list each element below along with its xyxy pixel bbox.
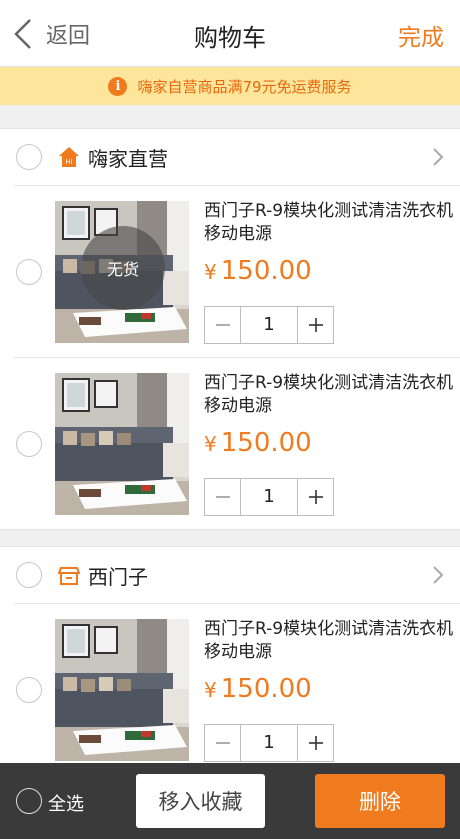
decrement-button[interactable] [205, 725, 241, 761]
product-photo [55, 373, 189, 515]
shop-header[interactable]: 西门子 [0, 547, 460, 603]
price-amount: 150.00 [220, 256, 312, 286]
item-select-radio[interactable] [16, 431, 42, 457]
minus-icon [215, 324, 230, 326]
move-to-favorites-button[interactable]: 移入收藏 [136, 774, 265, 828]
shop-select-radio[interactable] [16, 562, 42, 588]
minus-icon [215, 742, 230, 744]
price-amount: 150.00 [220, 674, 312, 704]
bottom-action-bar: 全选 移入收藏 删除 [0, 763, 460, 839]
shop-name: 西门子 [88, 564, 148, 589]
shop-name: 嗨家直营 [88, 146, 168, 171]
currency-symbol: ¥ [204, 432, 217, 456]
plus-icon [308, 736, 323, 750]
currency-symbol: ¥ [204, 678, 217, 702]
quantity-stepper: 1 [204, 306, 334, 344]
nav-bar: 返回 购物车 完成 [0, 0, 460, 67]
increment-button[interactable] [297, 725, 333, 761]
notice-text: 嗨家自营商品满79元免运费服务 [137, 77, 352, 96]
quantity-stepper: 1 [204, 724, 334, 762]
currency-symbol: ¥ [204, 260, 217, 284]
decrement-button[interactable] [205, 307, 241, 343]
quantity-stepper: 1 [204, 478, 334, 516]
shipping-notice: i 嗨家自营商品满79元免运费服务 [0, 67, 460, 105]
price-amount: 150.00 [220, 428, 312, 458]
product-image[interactable]: 无货 [55, 201, 189, 343]
product-photo [55, 619, 189, 761]
done-button[interactable]: 完成 [398, 18, 444, 52]
product-title[interactable]: 西门子R-9模块化测试清洁洗衣机移动电源 [204, 618, 454, 664]
chevron-right-icon[interactable] [432, 565, 444, 585]
product-title[interactable]: 西门子R-9模块化测试清洁洗衣机移动电源 [204, 200, 454, 246]
shop-header[interactable]: Hi 嗨家直营 [0, 129, 460, 185]
shop-section: 西门子 西门子R-9模块化测试清洁洗衣机移动电源 ¥150.00 1 [0, 546, 460, 776]
cart-item: 无货 西门子R-9模块化测试清洁洗衣机移动电源 ¥150.00 1 [14, 185, 460, 357]
delete-button[interactable]: 删除 [315, 774, 445, 828]
product-image[interactable] [55, 619, 189, 761]
item-select-radio[interactable] [16, 677, 42, 703]
chevron-right-icon[interactable] [432, 147, 444, 167]
quantity-value[interactable]: 1 [241, 725, 297, 761]
item-select-radio[interactable] [16, 259, 42, 285]
out-of-stock-badge: 无货 [81, 226, 165, 310]
svg-text:Hi: Hi [65, 158, 72, 166]
cart-item: 西门子R-9模块化测试清洁洗衣机移动电源 ¥150.00 1 [14, 357, 460, 529]
decrement-button[interactable] [205, 479, 241, 515]
quantity-value[interactable]: 1 [241, 307, 297, 343]
product-title[interactable]: 西门子R-9模块化测试清洁洗衣机移动电源 [204, 372, 454, 418]
increment-button[interactable] [297, 307, 333, 343]
product-price: ¥150.00 [204, 428, 312, 458]
minus-icon [215, 496, 230, 498]
cart-item: 西门子R-9模块化测试清洁洗衣机移动电源 ¥150.00 1 [14, 603, 460, 775]
shop-select-radio[interactable] [16, 144, 42, 170]
increment-button[interactable] [297, 479, 333, 515]
select-all-radio[interactable] [16, 788, 42, 814]
product-price: ¥150.00 [204, 674, 312, 704]
quantity-value[interactable]: 1 [241, 479, 297, 515]
home-icon: Hi [59, 147, 79, 167]
plus-icon [308, 318, 323, 332]
product-price: ¥150.00 [204, 256, 312, 286]
page-title: 购物车 [194, 24, 266, 52]
product-image[interactable] [55, 373, 189, 515]
shop-section: Hi 嗨家直营 无货 西门子R-9模块化测试清洁洗衣机移动电源 ¥150.00 … [0, 128, 460, 530]
info-icon: i [108, 76, 128, 96]
select-all-label[interactable]: 全选 [48, 790, 84, 816]
store-icon [58, 567, 80, 585]
plus-icon [308, 490, 323, 504]
